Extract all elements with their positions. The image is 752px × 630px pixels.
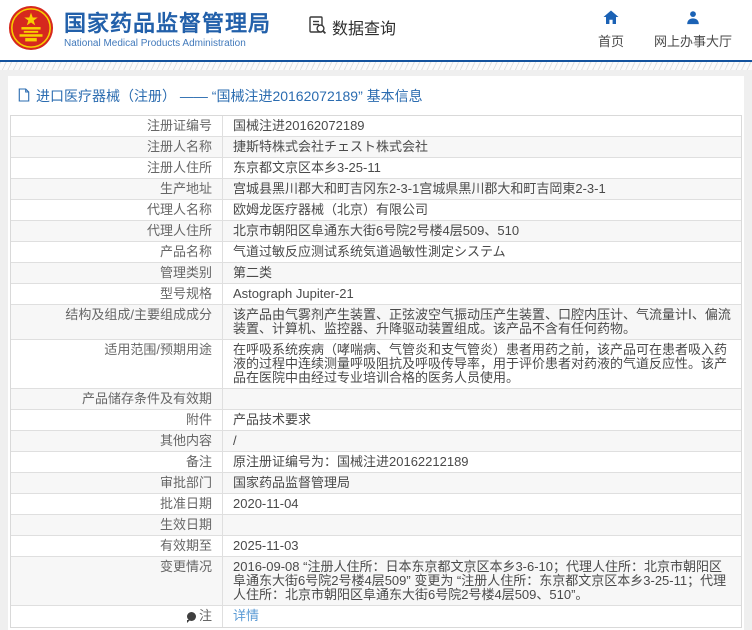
table-row: 生产地址 宫城县黑川郡大和町吉冈东2-3-1宫城県黒川郡大和町吉岡東2-3-1: [11, 179, 741, 200]
table-row: 变更情况 2016-09-08 “注册人住所：日本东京都文京区本乡3-6-10；代…: [11, 557, 741, 606]
row-label: 备注: [11, 452, 223, 472]
row-value: 北京市朝阳区阜通东大街6号院2号楼4层509、510: [233, 223, 520, 238]
table-row: 产品名称 气道过敏反应测试系统気道過敏性測定システム: [11, 242, 741, 263]
note-icon: [186, 612, 196, 623]
row-label: 产品名称: [11, 242, 223, 262]
table-row: 注册证编号 国械注进20162072189: [11, 116, 741, 137]
row-value: 产品技术要求: [233, 412, 312, 427]
table-row: 适用范围/预期用途 在呼吸系统疾病（哮喘病、气管炎和支气管炎）患者用药之前，该产品…: [11, 340, 741, 389]
row-value: 气道过敏反应测试系统気道過敏性測定システム: [233, 244, 506, 259]
site-header: 国家药品监督管理局 National Medical Products Admi…: [0, 0, 752, 60]
site-title: 国家药品监督管理局: [64, 10, 272, 36]
row-label: 附件: [11, 410, 223, 430]
row-value: 2020-11-04: [233, 496, 299, 511]
row-value: Astograph Jupiter-21: [233, 286, 354, 301]
row-label: 适用范围/预期用途: [11, 340, 223, 388]
content-card: 进口医疗器械（注册） —— “国械注进20162072189” 基本信息 注册证…: [8, 76, 744, 630]
data-query-tab[interactable]: 数据查询: [307, 15, 396, 40]
nav-service-hall[interactable]: 网上办事大厅: [654, 10, 732, 50]
table-row: 批准日期 2020-11-04: [11, 494, 741, 515]
table-row: 备注 原注册证编号为：国械注进20162212189: [11, 452, 741, 473]
logo-text: 国家药品监督管理局 National Medical Products Admi…: [64, 10, 272, 49]
row-label: 型号规格: [11, 284, 223, 304]
row-value: 第二类: [233, 265, 273, 280]
table-row: 有效期至 2025-11-03: [11, 536, 741, 557]
table-row: 附件 产品技术要求: [11, 410, 741, 431]
row-value: 该产品由气雾剂产生装置、正弦波空气振动压产生装置、口腔内压计、气流量计Ⅰ、偏流装…: [233, 307, 731, 336]
row-label: 代理人名称: [11, 200, 223, 220]
row-value: 详情: [223, 606, 741, 627]
national-emblem-icon: [8, 5, 54, 56]
details-link[interactable]: 详情: [233, 608, 259, 623]
row-value: 宫城县黑川郡大和町吉冈东2-3-1宫城県黒川郡大和町吉岡東2-3-1: [233, 181, 606, 196]
row-label: 生产地址: [11, 179, 223, 199]
row-value: /: [233, 433, 237, 448]
document-icon: [18, 87, 30, 105]
breadcrumb: 进口医疗器械（注册） —— “国械注进20162072189” 基本信息: [10, 82, 742, 115]
nav-home[interactable]: 首页: [598, 10, 624, 50]
row-value: 2016-09-08 “注册人住所：日本东京都文京区本乡3-6-10；代理人住所…: [233, 559, 727, 602]
table-row: 注册人名称 捷斯特株式会社チェスト株式会社: [11, 137, 741, 158]
row-label: 注册证编号: [11, 116, 223, 136]
table-row: 审批部门 国家药品监督管理局: [11, 473, 741, 494]
row-value: 2025-11-03: [233, 538, 299, 553]
page-title: 进口医疗器械（注册） —— “国械注进20162072189” 基本信息: [36, 88, 423, 104]
row-label: 生效日期: [11, 515, 223, 535]
table-row: 型号规格 Astograph Jupiter-21: [11, 284, 741, 305]
row-label: 变更情况: [11, 557, 223, 605]
table-row: 管理类别 第二类: [11, 263, 741, 284]
row-label: 审批部门: [11, 473, 223, 493]
data-query-label: 数据查询: [332, 21, 397, 38]
row-label: 有效期至: [11, 536, 223, 556]
row-label: 结构及组成/主要组成成分: [11, 305, 223, 339]
row-label: 批准日期: [11, 494, 223, 514]
row-label: 注册人名称: [11, 137, 223, 157]
table-row: 注册人住所 东京都文京区本乡3-25-11: [11, 158, 741, 179]
row-value: 国家药品监督管理局: [233, 475, 351, 490]
nmpa-logo: 国家药品监督管理局 National Medical Products Admi…: [8, 5, 271, 56]
top-nav: 首页 网上办事大厅: [598, 10, 732, 50]
row-value: 在呼吸系统疾病（哮喘病、气管炎和支气管炎）患者用药之前，该产品可在患者吸入药液的…: [233, 342, 728, 385]
row-value: 捷斯特株式会社チェスト株式会社: [233, 139, 429, 154]
table-row: 其他内容 /: [11, 431, 741, 452]
row-value: 国械注进20162072189: [233, 118, 365, 133]
user-icon: [685, 10, 701, 28]
table-row: 结构及组成/主要组成成分 该产品由气雾剂产生装置、正弦波空气振动压产生装置、口腔内…: [11, 305, 741, 340]
registration-info-table: 注册证编号 国械注进20162072189 注册人名称 捷斯特株式会社チェスト株式会社…: [10, 115, 742, 628]
row-value: 原注册证编号为：国械注进20162212189: [233, 454, 469, 469]
row-label: 注: [11, 606, 223, 627]
row-value: [223, 515, 741, 535]
data-query-icon: [307, 15, 327, 40]
row-value: 欧姆龙医疗器械（北京）有限公司: [233, 202, 429, 217]
row-label: 产品储存条件及有效期: [11, 389, 223, 409]
row-label: 代理人住所: [11, 221, 223, 241]
nav-hall-label: 网上办事大厅: [653, 34, 732, 49]
row-value: 东京都文京区本乡3-25-11: [233, 160, 381, 175]
site-subtitle: National Medical Products Administration: [64, 37, 246, 49]
hatch-strip: [0, 62, 752, 70]
row-label: 管理类别: [11, 263, 223, 283]
table-row: 注详情: [11, 606, 741, 627]
row-value: [223, 389, 741, 409]
table-row: 生效日期: [11, 515, 741, 536]
table-row: 代理人住所 北京市朝阳区阜通东大街6号院2号楼4层509、510: [11, 221, 741, 242]
row-label: 其他内容: [11, 431, 223, 451]
table-row: 代理人名称 欧姆龙医疗器械（北京）有限公司: [11, 200, 741, 221]
row-label: 注册人住所: [11, 158, 223, 178]
main-content: 进口医疗器械（注册） —— “国械注进20162072189” 基本信息 注册证…: [0, 70, 752, 630]
nav-home-label: 首页: [597, 34, 624, 49]
home-icon: [603, 10, 619, 28]
table-row: 产品储存条件及有效期: [11, 389, 741, 410]
